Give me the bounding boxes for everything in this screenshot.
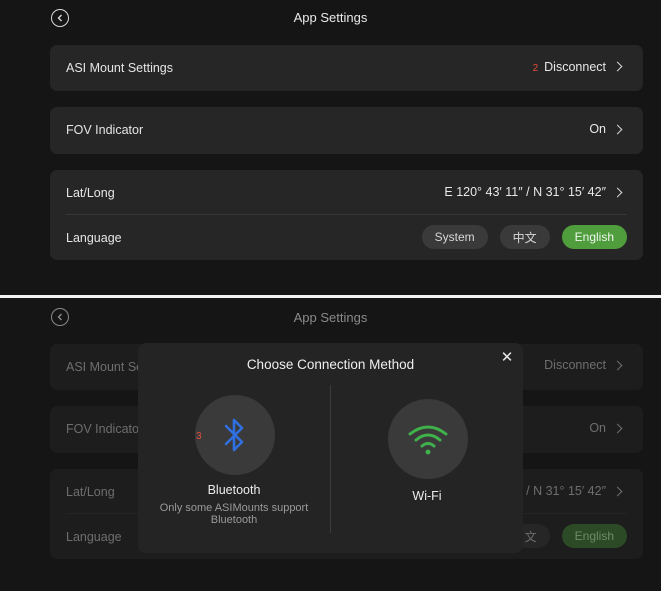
latlong-label: Lat/Long [66, 485, 115, 499]
chevron-right-icon [612, 124, 623, 134]
latlong-row[interactable]: Lat/Long E 120° 43′ 11″ / N 31° 15′ 42″ [50, 170, 643, 214]
annotation-number: 2 [532, 63, 539, 74]
mount-settings-label: ASI Mount Settings [66, 61, 174, 75]
bluetooth-option[interactable]: 3 Bluetooth Only some ASIMounts support … [138, 395, 330, 545]
fov-value[interactable]: On [589, 122, 623, 136]
language-label: Language [66, 231, 122, 245]
chevron-right-icon [612, 360, 623, 370]
page-title: App Settings [293, 310, 368, 325]
language-options: 文 English [511, 524, 627, 548]
fov-status: On [589, 122, 606, 136]
coordinates-text: ′ / N 31° 15′ 42″ [520, 484, 606, 498]
fov-card[interactable]: FOV Indicator On [50, 107, 643, 154]
fov-status: On [589, 421, 606, 435]
chevron-right-icon [612, 187, 623, 197]
mount-settings-label: ASI Mount Se [66, 360, 144, 374]
wifi-option[interactable]: Wi-Fi [331, 395, 523, 545]
dialog-title: Choose Connection Method [246, 357, 415, 372]
header: App Settings [0, 0, 661, 36]
chevron-right-icon [612, 61, 623, 72]
connection-method-dialog: Choose Connection Method ✕ 3 Bluetooth O… [138, 343, 523, 553]
language-row: Language System 中文 English [50, 215, 643, 260]
chevron-right-icon [612, 486, 623, 496]
language-options: System 中文 English [421, 225, 627, 249]
bluetooth-icon [224, 418, 244, 452]
language-system-button[interactable]: System [421, 225, 488, 249]
wifi-label: Wi-Fi [412, 489, 442, 503]
fov-value[interactable]: On [589, 421, 623, 435]
language-english-button[interactable]: English [561, 524, 627, 548]
page-title: App Settings [293, 10, 368, 25]
bluetooth-label: Bluetooth [207, 483, 261, 497]
latlong-value[interactable]: E 120° 43′ 11″ / N 31° 15′ 42″ [444, 185, 623, 199]
disconnect-text: Disconnect [544, 59, 606, 74]
language-chinese-button[interactable]: 中文 [499, 225, 550, 249]
disconnect-text: Disconnect [544, 358, 606, 372]
mount-settings-row[interactable]: ASI Mount Settings 2 Disconnect [50, 45, 643, 91]
header: App Settings [0, 298, 661, 334]
wifi-button[interactable] [388, 399, 468, 479]
bluetooth-note-line2: Bluetooth [210, 514, 258, 526]
close-icon[interactable]: ✕ [500, 350, 514, 365]
settings-screen-with-modal: App Settings ASI Mount Se Disconnect FOV… [0, 298, 661, 591]
annotation-number: 3 [196, 431, 202, 442]
fov-label: FOV Indicato [66, 422, 139, 436]
fov-label: FOV Indicator [66, 123, 144, 137]
fov-row[interactable]: FOV Indicator On [50, 107, 643, 154]
chevron-right-icon [612, 423, 623, 433]
bluetooth-note-line1: Only some ASIMounts support [159, 502, 309, 514]
bluetooth-button[interactable] [195, 395, 275, 475]
settings-screen: App Settings ASI Mount Settings 2 Discon… [0, 0, 661, 295]
mount-settings-value[interactable]: Disconnect [544, 358, 623, 372]
language-english-button[interactable]: English [561, 225, 627, 249]
location-language-card: Lat/Long E 120° 43′ 11″ / N 31° 15′ 42″ … [50, 170, 643, 260]
mount-settings-value[interactable]: 2 Disconnect [532, 59, 623, 74]
language-label: Language [66, 530, 122, 544]
wifi-icon [408, 425, 448, 455]
latlong-value[interactable]: ′ / N 31° 15′ 42″ [520, 484, 623, 498]
latlong-label: Lat/Long [66, 186, 115, 200]
mount-settings-card[interactable]: ASI Mount Settings 2 Disconnect [50, 45, 643, 91]
coordinates-text: E 120° 43′ 11″ / N 31° 15′ 42″ [444, 185, 606, 199]
